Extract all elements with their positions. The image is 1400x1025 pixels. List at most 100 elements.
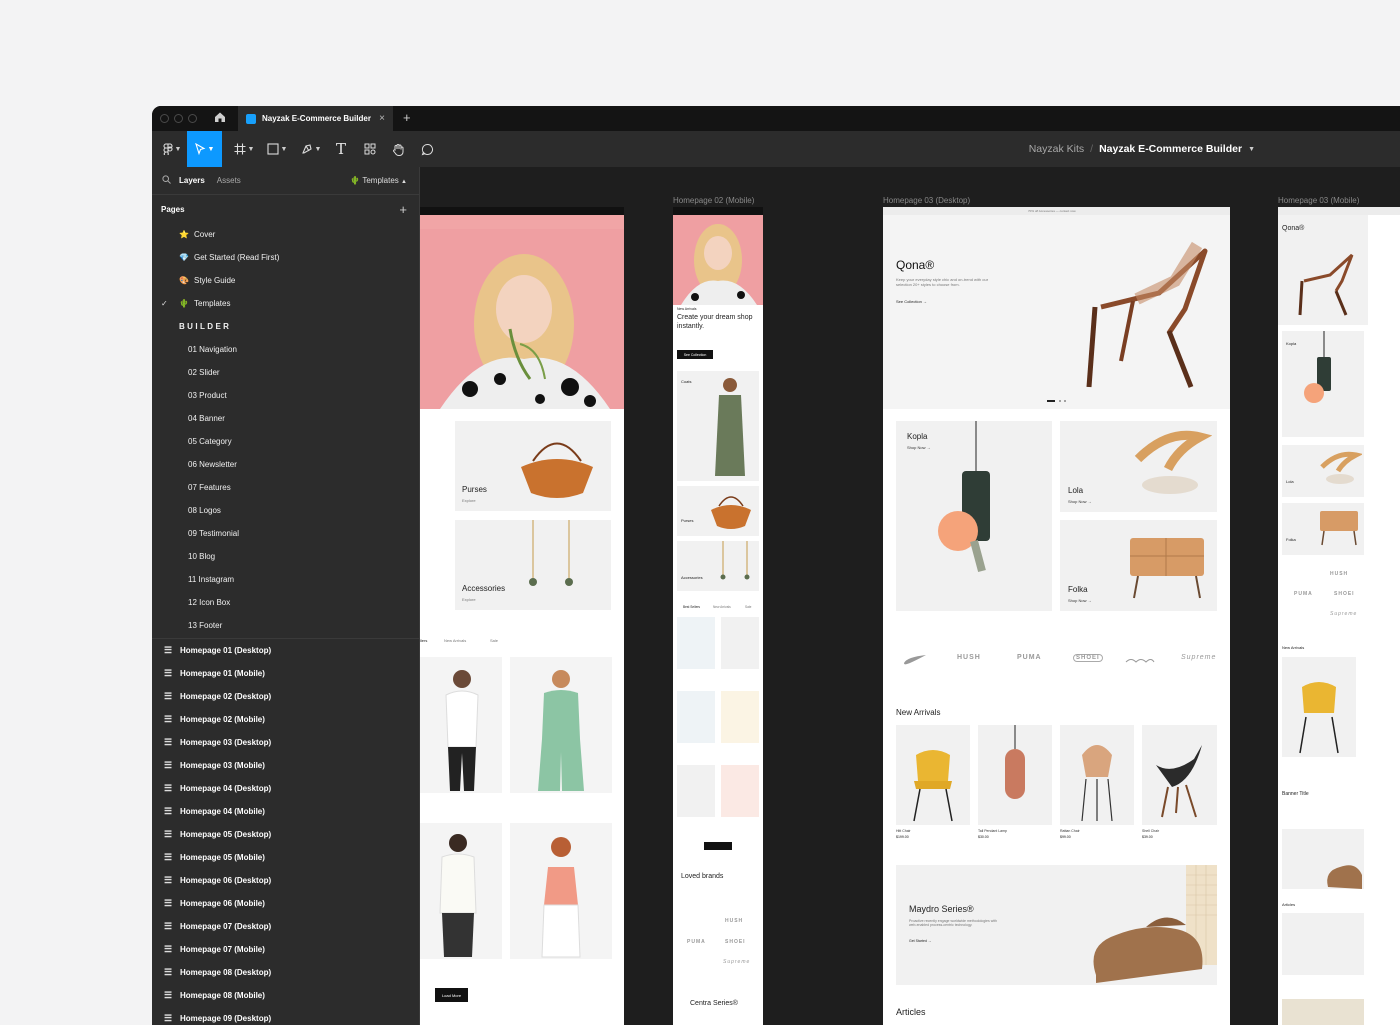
- product-card[interactable]: [978, 725, 1052, 825]
- breadcrumb-file[interactable]: Nayzak E-Commerce Builder: [1099, 143, 1242, 155]
- frame-layer-item[interactable]: ☰ Homepage 07 (Desktop): [152, 915, 419, 938]
- product-card[interactable]: [721, 765, 759, 817]
- category-card-purses[interactable]: Purses: [677, 486, 759, 536]
- category-card-purses[interactable]: Purses Explore: [455, 421, 611, 511]
- home-icon[interactable]: [214, 111, 228, 125]
- page-item[interactable]: ⭐ Cover: [152, 223, 419, 246]
- slider-dot[interactable]: [1059, 400, 1061, 402]
- frame-layer-item[interactable]: ☰ Homepage 06 (Desktop): [152, 869, 419, 892]
- shop-now-link[interactable]: Shop Now →: [1068, 499, 1092, 504]
- page-item[interactable]: 02 Slider: [152, 361, 419, 384]
- category-card-folka[interactable]: Folka: [1282, 503, 1364, 555]
- product-card[interactable]: [420, 657, 502, 793]
- comment-tool-icon[interactable]: [419, 131, 435, 167]
- new-tab-button[interactable]: +: [403, 110, 411, 125]
- frame-layer-item[interactable]: ☰ Homepage 03 (Desktop): [152, 731, 419, 754]
- page-item[interactable]: 05 Category: [152, 430, 419, 453]
- window-zoom-dot[interactable]: [188, 114, 197, 123]
- hand-tool-icon[interactable]: [390, 131, 406, 167]
- pen-tool-button[interactable]: ▼: [299, 131, 323, 167]
- frame-layer-item[interactable]: ☰ Homepage 02 (Desktop): [152, 685, 419, 708]
- product-card[interactable]: [677, 765, 715, 817]
- category-card-accessories[interactable]: Accessories: [677, 541, 759, 591]
- page-item[interactable]: 11 Instagram: [152, 568, 419, 591]
- banner-link[interactable]: Get Started →: [909, 939, 931, 943]
- category-card-folka[interactable]: Folka Shop Now →: [1060, 520, 1217, 611]
- slider-dot-active[interactable]: [1047, 400, 1055, 402]
- breadcrumb-project[interactable]: Nayzak Kits: [1029, 143, 1084, 155]
- product-card[interactable]: [510, 823, 612, 959]
- load-more-button[interactable]: [704, 842, 732, 850]
- tab-layers[interactable]: Layers: [179, 176, 205, 185]
- page-item[interactable]: 04 Banner: [152, 407, 419, 430]
- slider-dot[interactable]: [1064, 400, 1066, 402]
- search-icon[interactable]: [162, 175, 171, 186]
- category-link[interactable]: Explore: [462, 498, 476, 503]
- product-card[interactable]: [896, 725, 970, 825]
- frame-homepage-02-mobile[interactable]: New Arrivals Create your dream shop inst…: [673, 207, 763, 1025]
- frame-layer-item[interactable]: ☰ Homepage 02 (Mobile): [152, 708, 419, 731]
- banner-section[interactable]: Maydro Series® Proactive recently engage…: [896, 865, 1217, 985]
- product-card[interactable]: [677, 617, 715, 669]
- frame-layer-item[interactable]: ☰ Homepage 04 (Mobile): [152, 800, 419, 823]
- product-card[interactable]: [510, 657, 612, 793]
- window-close-dot[interactable]: [160, 114, 169, 123]
- canvas[interactable]: Purses Explore Accessories Explore llers…: [420, 167, 1400, 1025]
- shop-now-link[interactable]: Shop Now →: [907, 445, 931, 450]
- hero-link[interactable]: See Collection →: [896, 299, 927, 304]
- close-tab-icon[interactable]: ×: [379, 113, 385, 124]
- frame-tool-button[interactable]: ▼: [232, 131, 256, 167]
- frame-layer-item[interactable]: ☰ Homepage 05 (Mobile): [152, 846, 419, 869]
- page-item[interactable]: 💎 Get Started (Read First): [152, 246, 419, 269]
- article-card[interactable]: [1282, 913, 1364, 975]
- product-card[interactable]: [1282, 657, 1356, 757]
- category-card-coats[interactable]: Coats: [677, 371, 759, 481]
- hero-button[interactable]: See Collection: [677, 350, 713, 359]
- frame-homepage-02-desktop[interactable]: Purses Explore Accessories Explore llers…: [420, 207, 624, 1025]
- frame-layer-item[interactable]: ☰ Homepage 09 (Desktop): [152, 1007, 419, 1025]
- window-minimize-dot[interactable]: [174, 114, 183, 123]
- resources-tool-icon[interactable]: [362, 131, 378, 167]
- product-tab[interactable]: New Arrivals: [444, 638, 466, 643]
- frame-homepage-03-mobile[interactable]: Qona® Kopla Lola Folka HUSH PUMA SHOEI S…: [1278, 207, 1400, 1025]
- shape-tool-button[interactable]: ▼: [265, 131, 289, 167]
- move-tool-button[interactable]: ▼: [187, 131, 222, 167]
- text-tool-icon[interactable]: T: [333, 131, 349, 167]
- page-item[interactable]: 13 Footer: [152, 614, 419, 637]
- category-card-kopla[interactable]: Kopla Shop Now →: [896, 421, 1052, 611]
- page-item[interactable]: 08 Logos: [152, 499, 419, 522]
- load-more-button[interactable]: Load More: [435, 988, 468, 1002]
- page-item[interactable]: 03 Product: [152, 384, 419, 407]
- product-card[interactable]: [721, 617, 759, 669]
- page-item[interactable]: 06 Newsletter: [152, 453, 419, 476]
- figma-menu-button[interactable]: ▼: [158, 131, 186, 167]
- product-card[interactable]: [677, 691, 715, 743]
- page-item[interactable]: 🎨 Style Guide: [152, 269, 419, 292]
- category-card-kopla[interactable]: Kopla: [1282, 331, 1364, 437]
- page-item[interactable]: 10 Blog: [152, 545, 419, 568]
- product-tab[interactable]: Sale: [490, 638, 498, 643]
- product-tab[interactable]: Best Sellers: [683, 605, 700, 609]
- frame-layer-item[interactable]: ☰ Homepage 07 (Mobile): [152, 938, 419, 961]
- frame-layer-item[interactable]: ☰ Homepage 08 (Mobile): [152, 984, 419, 1007]
- product-card[interactable]: [721, 691, 759, 743]
- product-card[interactable]: [420, 823, 502, 959]
- frame-homepage-03-desktop[interactable]: 70% off Accessories — contact now Qona® …: [883, 207, 1230, 1025]
- add-page-button[interactable]: +: [399, 202, 407, 217]
- page-item[interactable]: 01 Navigation: [152, 338, 419, 361]
- category-card-accessories[interactable]: Accessories Explore: [455, 520, 611, 610]
- shop-now-link[interactable]: Shop Now →: [1068, 598, 1092, 603]
- product-tab[interactable]: Sale: [745, 605, 751, 609]
- product-card[interactable]: [1060, 725, 1134, 825]
- product-tab[interactable]: llers: [420, 638, 427, 643]
- chevron-down-icon[interactable]: ▼: [1248, 146, 1255, 153]
- category-card-lola[interactable]: Lola: [1282, 445, 1364, 497]
- page-item[interactable]: 09 Testimonial: [152, 522, 419, 545]
- article-card[interactable]: [1282, 999, 1364, 1025]
- frame-layer-item[interactable]: ☰ Homepage 01 (Desktop): [152, 639, 419, 662]
- frame-layer-item[interactable]: ☰ Homepage 04 (Desktop): [152, 777, 419, 800]
- product-card[interactable]: [1142, 725, 1217, 825]
- frame-layer-item[interactable]: ☰ Homepage 03 (Mobile): [152, 754, 419, 777]
- frame-layer-item[interactable]: ☰ Homepage 05 (Desktop): [152, 823, 419, 846]
- frame-layer-item[interactable]: ☰ Homepage 01 (Mobile): [152, 662, 419, 685]
